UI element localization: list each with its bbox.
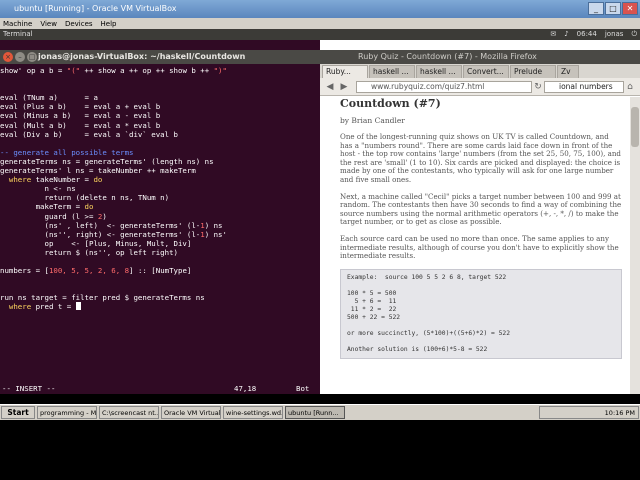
envelope-icon[interactable]: ✉ [550,30,556,39]
menu-machine[interactable]: Machine [3,20,32,28]
vim-buffer[interactable]: show' op a b = "(" ++ show a ++ op ++ sh… [0,66,320,382]
maximize-button[interactable]: □ [605,2,621,15]
task-virtualbox[interactable]: Oracle VM Virtual... [161,406,221,419]
code-line: generateTerms ns = generateTerms' (lengt… [0,156,214,166]
code-line: (ns' , left) <- generateTerms' (l-1) ns [0,220,223,230]
tab-haskell-2[interactable]: haskell ... [416,65,462,78]
windows-taskbar: Start programming - M... C:\screencast n… [0,404,640,420]
example-code-box: Example: source 100 5 5 2 6 8, target 52… [340,268,622,359]
firefox-titlebar: Ruby Quiz - Countdown (#7) - Mozilla Fir… [320,50,640,64]
virtualbox-titlebar: ubuntu [Running] - Oracle VM VirtualBox … [0,0,640,18]
task-screencast[interactable]: C:\screencast nt... [99,406,159,419]
firefox-window: Ruby Quiz - Countdown (#7) - Mozilla Fir… [320,40,640,394]
url-input[interactable]: www.rubyquiz.com/quiz7.html [356,81,532,93]
code-line: op <- [Plus, Minus, Mult, Div] [0,238,192,248]
forward-arrow-icon[interactable]: ▶ [338,81,350,93]
task-programming[interactable]: programming - M... [37,406,97,419]
minimize-button[interactable]: _ [588,2,604,15]
vim-mode: -- INSERT -- [2,384,56,393]
paragraph-rules: Each source card can be used no more tha… [340,233,619,261]
minimize-icon[interactable]: – [15,52,25,62]
panel-user[interactable]: jonas [605,30,624,39]
letterbox-bottom [0,420,640,480]
tab-haskell-1[interactable]: haskell ... [369,65,415,78]
code-line: n <- ns [0,184,76,194]
page-byline: by Brian Candler [340,116,405,125]
terminal-titlebar: × – □ jonas@jonas-VirtualBox: ~/haskell/… [0,50,320,64]
code-line: return $ (ns'', op left right) [0,247,178,257]
power-icon[interactable]: ⏻ [631,30,637,39]
code-line: eval (Div a b) = eval a `div` eval b [0,129,178,139]
code-line: makeTerm = do [0,202,94,212]
page-scrollbar[interactable] [630,97,640,394]
code-line: where takeNumber = do [0,175,103,185]
menu-view[interactable]: View [40,20,57,28]
home-icon[interactable]: ⌂ [624,81,636,93]
panel-clock[interactable]: 06:44 [577,30,597,39]
scrollbar-thumb[interactable] [631,107,639,147]
terminal-window[interactable]: × – □ jonas@jonas-VirtualBox: ~/haskell/… [0,40,320,394]
code-line: eval (TNum a) = a [0,93,98,103]
start-button[interactable]: Start [1,406,35,419]
code-line: where pred t = [0,302,320,311]
code-line: guard (l >= 2) [0,211,107,221]
menu-help[interactable]: Help [101,20,117,28]
panel-app-name: Terminal [3,30,33,38]
page-title: Countdown (#7) [340,97,441,110]
back-arrow-icon[interactable]: ◀ [324,81,336,93]
terminal-title: jonas@jonas-VirtualBox: ~/haskell/Countd… [38,52,246,61]
vim-cursor-position: 47,18 [234,384,257,393]
close-button[interactable]: ✕ [622,2,638,15]
paragraph-intro: One of the longest-running quiz shows on… [340,132,621,184]
reload-icon[interactable]: ↻ [532,81,544,93]
code-line: -- generate all possible terms [0,147,134,157]
text-cursor [75,302,81,311]
code-line: eval (Mult a b) = eval a * eval b [0,120,161,130]
firefox-window-title: Ruby Quiz - Countdown (#7) - Mozilla Fir… [358,52,537,61]
panel-indicators: ✉ ♪ 06:44 jonas ⏻ [550,30,637,39]
speaker-icon[interactable]: ♪ [564,30,568,39]
tab-prelude[interactable]: Prelude [510,65,556,78]
code-line: (ns'', right) <- generateTerms' (l-1) ns… [0,229,227,239]
close-icon[interactable]: × [3,52,13,62]
firefox-tabbar: Ruby... haskell ... haskell ... Convert.… [320,64,640,78]
menu-devices[interactable]: Devices [65,20,93,28]
paragraph-cecil: Next, a machine called "Cecil" picks a t… [340,191,622,227]
search-input[interactable]: ional numbers [544,81,624,93]
code-line: numbers = [100, 5, 5, 2, 6, 8] :: [NumTy… [0,266,192,276]
tab-rubyquiz[interactable]: Ruby... [322,65,368,78]
vim-statusline: -- INSERT -- 47,18 Bot [0,383,320,393]
maximize-icon[interactable]: □ [27,52,37,62]
tray-clock[interactable]: 10:16 PM [605,409,635,417]
window-title: ubuntu [Running] - Oracle VM VirtualBox [14,4,177,13]
tab-convert[interactable]: Convert... [463,65,509,78]
ubuntu-top-panel: Terminal ✉ ♪ 06:44 jonas ⏻ [0,29,640,40]
firefox-navbar: ◀ ▶ www.rubyquiz.com/quiz7.html ↻ ional … [320,78,640,96]
code-line: run ns target = filter pred $ generateTe… [0,293,205,303]
window-controls: _ □ ✕ [588,2,638,15]
system-tray: 10:16 PM [539,406,639,419]
terminal-window-controls: × – □ [3,52,37,62]
code-line: eval (Minus a b) = eval a - eval b [0,111,161,121]
vim-scroll-position: Bot [296,384,310,393]
code-line: show' op a b = "(" ++ show a ++ op ++ sh… [0,66,227,75]
virtualbox-menubar: Machine View Devices Help [0,18,640,29]
task-ubuntu[interactable]: ubuntu [Runn... [285,406,345,419]
tab-zv[interactable]: Zv [557,65,579,78]
code-line: eval (Plus a b) = eval a + eval b [0,102,161,112]
code-line: generateTerms' l ns = takeNumber ++ make… [0,166,196,176]
code-line: return (delete n ns, TNum n) [0,193,170,203]
task-wine-settings[interactable]: wine-settings.wd... [223,406,283,419]
page-content: Countdown (#7) by Brian Candler One of t… [320,97,630,394]
